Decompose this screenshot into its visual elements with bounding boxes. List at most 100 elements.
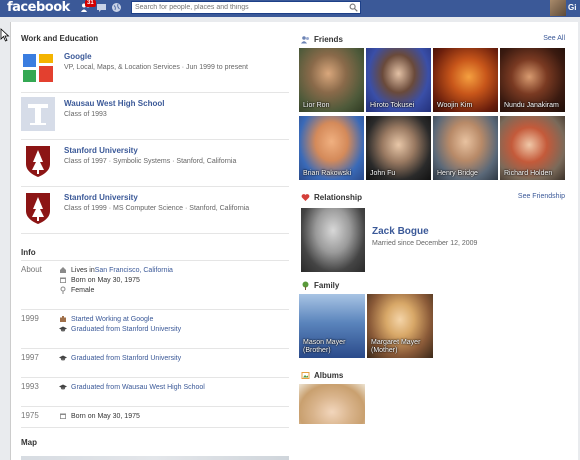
friend-name[interactable]: Hiroto Tokusei [370, 102, 414, 109]
see-friendship-link[interactable]: See Friendship [518, 193, 565, 200]
family-member-relation: (Mother) [371, 347, 398, 354]
work-item-stanford-1997[interactable]: Stanford University Class of 1997 · Symb… [21, 140, 289, 187]
family-grid: Mason Mayer (Brother) Margaret Mayer (Moth… [297, 294, 569, 358]
briefcase-icon [59, 315, 67, 323]
info-line: Female [59, 285, 289, 295]
info-line: Lives in San Francisco, California [59, 265, 289, 275]
mouse-cursor-icon [0, 28, 10, 42]
friend-tile[interactable]: Hiroto Tokusei [366, 48, 431, 112]
friend-name[interactable]: Lior Ron [303, 102, 329, 109]
work-item-detail: VP, Local, Maps, & Location Services · J… [64, 64, 248, 71]
graduation-cap-icon [59, 383, 67, 391]
left-column: Work and Education Google VP, Local, Map… [21, 34, 289, 460]
spouse-photo[interactable] [301, 208, 365, 272]
friends-icon [301, 35, 310, 44]
tree-icon [301, 281, 310, 290]
friend-name[interactable]: Henry Bridge [437, 170, 478, 177]
timeline-event-link[interactable]: Graduated from Stanford University [71, 355, 181, 362]
user-avatar[interactable] [550, 0, 566, 16]
info-line: Born on May 30, 1975 [59, 275, 289, 285]
timeline-year: 1975 [21, 411, 39, 420]
timeline-year: 1997 [21, 353, 39, 362]
spouse-name[interactable]: Zack Bogue [372, 226, 429, 237]
family-member-name[interactable]: Mason Mayer [303, 339, 345, 346]
friend-tile[interactable]: Lior Ron [299, 48, 364, 112]
graduation-cap-icon [59, 325, 67, 333]
stanford-logo-icon[interactable] [21, 191, 55, 225]
school-placeholder-icon[interactable] [21, 97, 55, 131]
friend-name[interactable]: Richard Holden [504, 170, 552, 177]
about-label: About [21, 265, 42, 274]
search-icon[interactable] [349, 3, 358, 12]
friend-name[interactable]: Nundu Janakiram [504, 102, 559, 109]
timeline-event-link[interactable]: Started Working at Google [71, 316, 153, 323]
album-thumbnail[interactable] [299, 384, 365, 424]
timeline-row-1997: 1997 Graduated from Stanford University [21, 349, 289, 378]
relationship-header: Relationship See Friendship [297, 192, 569, 206]
timeline-event-link[interactable]: Graduated from Wausau West High School [71, 384, 205, 391]
family-member-label: Mason Mayer (Brother) [303, 339, 345, 355]
work-item-name[interactable]: Google [64, 52, 92, 61]
work-item-google[interactable]: Google VP, Local, Maps, & Location Servi… [21, 46, 289, 93]
messages-icon[interactable] [96, 2, 107, 13]
family-member-tile[interactable]: Margaret Mayer (Mother) [367, 294, 433, 358]
timeline-year: 1999 [21, 314, 39, 323]
family-member-label: Margaret Mayer (Mother) [371, 339, 420, 355]
notification-count-badge[interactable]: 31 [85, 0, 96, 7]
family-member-name[interactable]: Margaret Mayer [371, 339, 420, 346]
globe-icon[interactable] [111, 2, 122, 13]
family-member-relation: (Brother) [303, 347, 331, 354]
map-view[interactable] [21, 456, 289, 460]
gender-icon [59, 286, 67, 294]
friend-tile[interactable]: Richard Holden [500, 116, 565, 180]
facebook-logo[interactable]: facebook [7, 0, 70, 16]
calendar-icon [59, 412, 67, 420]
map-title: Map [21, 438, 37, 447]
work-item-name[interactable]: Stanford University [64, 193, 138, 202]
family-member-tile[interactable]: Mason Mayer (Brother) [299, 294, 365, 358]
info-line: Started Working at Google [59, 314, 289, 324]
friends-title: Friends [314, 35, 343, 44]
search-box [131, 1, 361, 14]
work-item-stanford-1999[interactable]: Stanford University Class of 1999 · MS C… [21, 187, 289, 234]
timeline-year: 1993 [21, 382, 39, 391]
work-item-wausau[interactable]: Wausau West High School Class of 1993 [21, 93, 289, 140]
albums-header: Albums [297, 370, 569, 384]
google-logo-icon[interactable] [21, 50, 55, 84]
work-item-name[interactable]: Wausau West High School [64, 99, 164, 108]
friend-name[interactable]: Woojin Kim [437, 102, 472, 109]
info-title: Info [21, 248, 36, 257]
friend-name[interactable]: John Fu [370, 170, 395, 177]
timeline-event-text: Born on May 30, 1975 [71, 412, 140, 420]
albums-title: Albums [314, 371, 344, 380]
graduation-cap-icon [59, 354, 67, 362]
stanford-logo-icon[interactable] [21, 144, 55, 178]
friend-tile[interactable]: Brian Rakowski [299, 116, 364, 180]
timeline-row-1999: 1999 Started Working at Google Graduated… [21, 310, 289, 349]
right-column: Friends See All Lior Ron Hiroto Tokusei … [297, 34, 569, 424]
see-all-link[interactable]: See All [543, 35, 565, 42]
friend-tile[interactable]: John Fu [366, 116, 431, 180]
friends-header: Friends See All [297, 34, 569, 48]
lives-prefix: Lives in [71, 266, 95, 274]
info-line: Graduated from Wausau West High School [59, 382, 289, 392]
user-name[interactable]: Gi [568, 3, 576, 12]
friend-tile[interactable]: Woojin Kim [433, 48, 498, 112]
friend-name[interactable]: Brian Rakowski [303, 170, 351, 177]
info-line: Born on May 30, 1975 [59, 411, 289, 421]
info-about-row: About Lives in San Francisco, California… [21, 260, 289, 310]
work-education-title: Work and Education [21, 34, 99, 43]
relationship-title: Relationship [314, 193, 363, 202]
search-input[interactable] [132, 2, 346, 13]
heart-icon [301, 193, 310, 202]
relationship-card: Zack Bogue Married since December 12, 20… [297, 206, 569, 278]
lives-link[interactable]: San Francisco, California [95, 267, 173, 274]
profile-page: Work and Education Google VP, Local, Map… [10, 22, 578, 460]
family-title: Family [314, 281, 340, 290]
work-item-name[interactable]: Stanford University [64, 146, 138, 155]
timeline-event-link[interactable]: Graduated from Stanford University [71, 326, 181, 333]
friend-tile[interactable]: Henry Bridge [433, 116, 498, 180]
work-item-detail: Class of 1993 [64, 111, 107, 118]
friend-tile[interactable]: Nundu Janakiram [500, 48, 565, 112]
timeline-row-1993: 1993 Graduated from Wausau West High Sch… [21, 378, 289, 407]
